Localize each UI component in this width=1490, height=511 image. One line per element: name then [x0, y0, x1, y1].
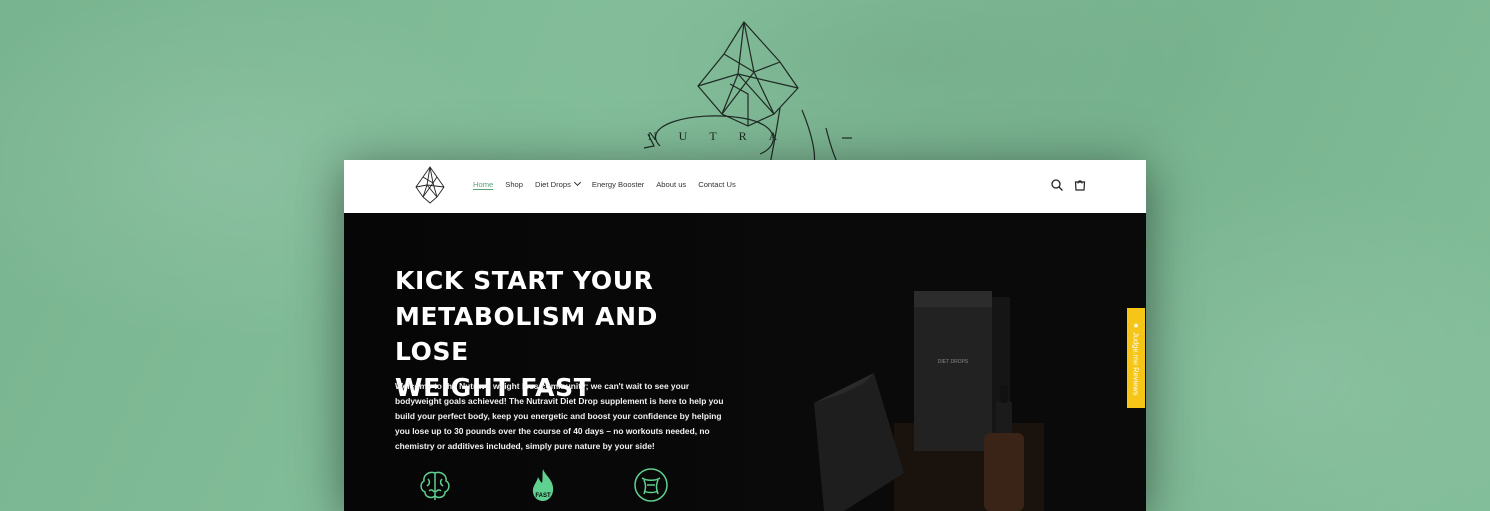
nav-home[interactable]: Home — [473, 180, 493, 189]
nav-energy-booster[interactable]: Energy Booster — [592, 180, 644, 189]
body-shape-icon — [634, 468, 668, 502]
nav-diet-drops[interactable]: Diet Drops — [535, 178, 581, 189]
reviews-tab[interactable]: ★ Judge.me Reviews — [1127, 308, 1145, 408]
hero-description: Welcome to the Nutravit weight loss comm… — [395, 381, 724, 452]
hero-title-line-1: KICK START YOUR — [395, 266, 654, 295]
main-nav: Home Shop Diet Drops Energy Booster Abou… — [473, 178, 748, 189]
nav-shop[interactable]: Shop — [505, 180, 523, 189]
search-icon[interactable] — [1050, 178, 1064, 192]
nav-diet-drops-label: Diet Drops — [535, 180, 571, 189]
website-preview: Home Shop Diet Drops Energy Booster Abou… — [344, 160, 1146, 511]
hero-title-line-2: METABOLISM AND LOSE — [395, 301, 658, 367]
diet-drops-product-image: DIET DROPS — [744, 213, 1146, 511]
hero-section: KICK START YOUR METABOLISM AND LOSE WEIG… — [344, 213, 1146, 511]
nav-contact-us[interactable]: Contact Us — [698, 180, 736, 189]
site-header: Home Shop Diet Drops Energy Booster Abou… — [344, 160, 1146, 213]
brand-wordmark: NUTRA — [648, 129, 800, 143]
fast-label: FAST — [535, 493, 551, 499]
cart-icon[interactable] — [1073, 178, 1087, 192]
brain-icon — [420, 471, 450, 500]
reviews-tab-label: ★ Judge.me Reviews — [1131, 320, 1141, 396]
product-box-label: DIET DROPS — [938, 359, 969, 365]
chevron-down-icon — [573, 178, 581, 187]
nutravit-logo[interactable] — [413, 165, 447, 207]
fast-flame-icon: FAST — [532, 469, 554, 501]
nav-about-us[interactable]: About us — [656, 180, 686, 189]
